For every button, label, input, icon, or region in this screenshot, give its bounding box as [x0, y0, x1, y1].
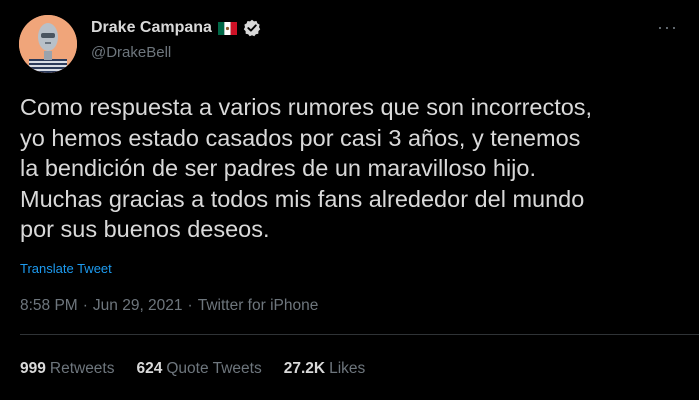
divider [20, 334, 699, 335]
verified-badge-icon [243, 19, 261, 37]
author-display-name[interactable]: Drake Campana [91, 19, 212, 37]
quote-tweets-count: 624 [136, 360, 163, 377]
mexico-flag-icon [217, 21, 237, 35]
avatar-robot-image [19, 15, 77, 73]
tweet-time[interactable]: 8:58 PM [20, 297, 78, 315]
tweet-metadata: 8:58 PM · Jun 29, 2021 · Twitter for iPh… [20, 297, 318, 315]
tweet-text: Como respuesta a varios rumores que son … [20, 94, 593, 242]
retweets-stat[interactable]: 999 Retweets [20, 360, 115, 378]
retweets-label: Retweets [49, 360, 115, 377]
quote-tweets-label: Quote Tweets [166, 360, 262, 377]
engagement-stats: 999 Retweets 624 Quote Tweets 27.2K Likes [20, 360, 365, 378]
retweets-count: 999 [20, 360, 46, 377]
translate-tweet-link[interactable]: Translate Tweet [20, 261, 112, 276]
likes-label: Likes [329, 360, 366, 377]
author-name-row: Drake Campana [91, 19, 261, 37]
tweet-source[interactable]: Twitter for iPhone [198, 297, 319, 315]
quote-tweets-stat[interactable]: 624 Quote Tweets [137, 360, 262, 378]
meta-separator: · [187, 297, 193, 314]
avatar[interactable] [19, 15, 77, 73]
likes-stat[interactable]: 27.2K Likes [284, 360, 366, 378]
likes-count: 27.2K [283, 360, 326, 377]
tweet-date[interactable]: Jun 29, 2021 [93, 297, 183, 315]
author-handle[interactable]: @DrakeBell [91, 44, 171, 61]
more-options-icon[interactable]: ··· [657, 18, 678, 36]
meta-separator: · [82, 297, 88, 314]
